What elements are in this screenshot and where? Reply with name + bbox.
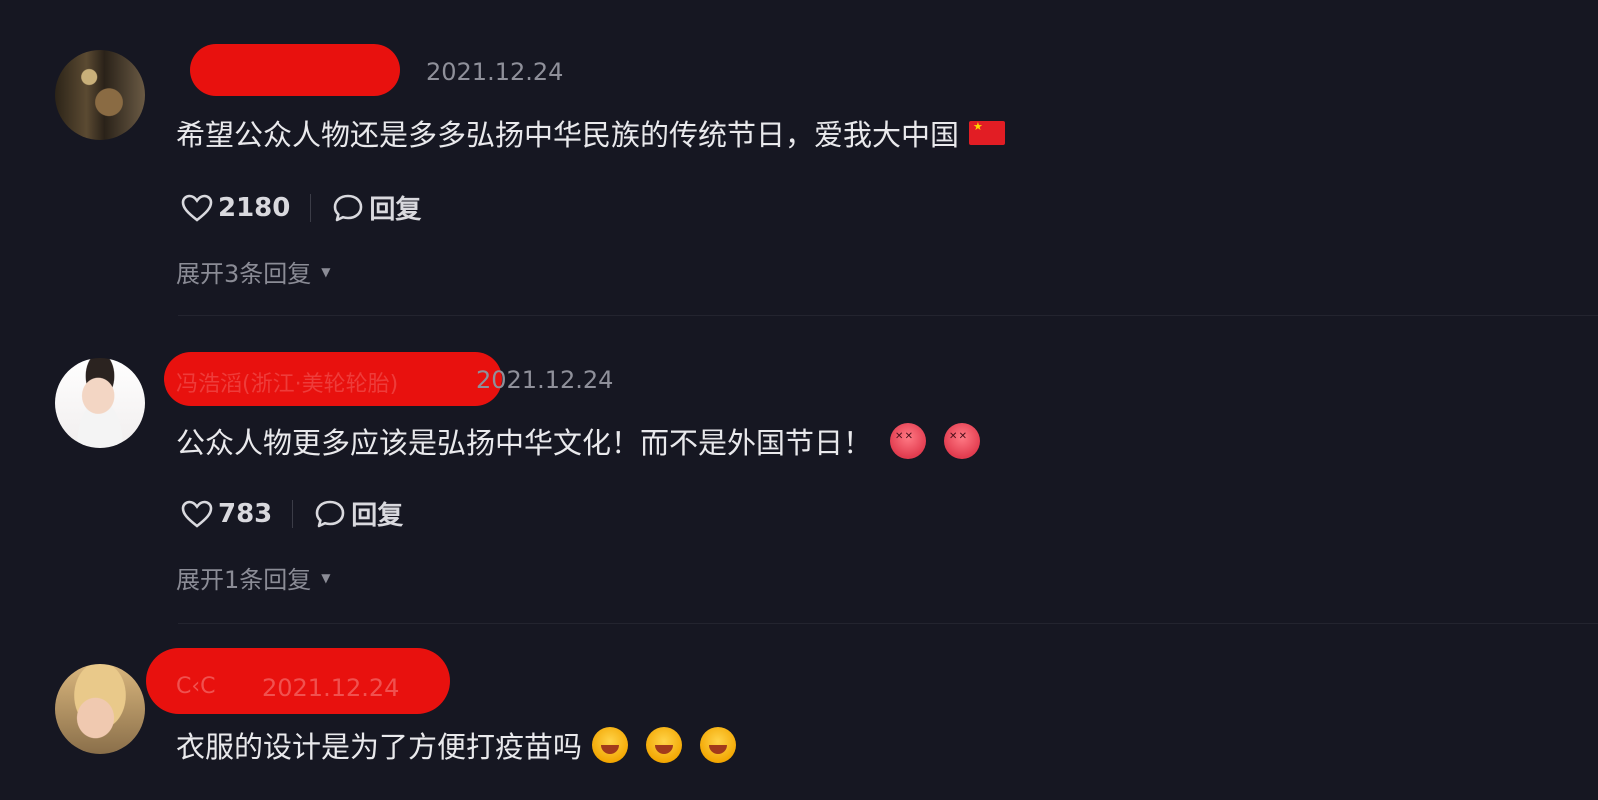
comment-bubble-icon	[334, 194, 363, 221]
comment-divider	[178, 315, 1598, 316]
angry-face-emoji	[890, 423, 927, 459]
caret-down-icon: ▼	[321, 570, 331, 585]
comment-text: 公众人物更多应该是弘扬中华文化！而不是外国节日！	[176, 420, 981, 462]
comment-date: 2021.12.24	[426, 58, 564, 86]
comment-text: 希望公众人物还是多多弘扬中华民族的传统节日，爱我大中国	[176, 112, 1006, 154]
comment-body: 衣服的设计是为了方便打疫苗吗	[176, 730, 583, 764]
avatar[interactable]	[55, 358, 145, 448]
username-redaction	[190, 44, 400, 96]
comment-actions: 2180 回复	[180, 189, 421, 226]
username[interactable]: 冯浩滔(浙江·美轮轮胎)	[176, 366, 398, 398]
heart-outline-icon	[181, 500, 213, 528]
comment-bubble-icon	[315, 500, 345, 527]
comment-item: 2021.12.24 希望公众人物还是多多弘扬中华民族的传统节日，爱我大中国 2…	[0, 0, 1598, 316]
action-divider	[292, 499, 294, 528]
angry-face-emoji	[944, 423, 981, 459]
expand-replies[interactable]: 展开3条回复 ▼	[176, 254, 331, 289]
expand-replies[interactable]: 展开1条回复 ▼	[176, 560, 331, 595]
avatar[interactable]	[55, 664, 145, 754]
action-divider	[310, 193, 312, 222]
expand-replies-label: 展开1条回复	[176, 566, 312, 594]
reply-button[interactable]: 回复	[331, 189, 421, 226]
comment-date: 2021.12.24	[476, 366, 614, 394]
like-count: 2180	[218, 192, 291, 223]
username[interactable]: C‹C	[176, 674, 216, 699]
comment-item: C‹C 2021.12.24 衣服的设计是为了方便打疫苗吗	[0, 626, 1598, 800]
reply-label: 回复	[351, 501, 404, 531]
like-count: 783	[218, 498, 273, 529]
caret-down-icon: ▼	[321, 264, 331, 279]
reply-label: 回复	[369, 195, 422, 225]
comment-text: 衣服的设计是为了方便打疫苗吗	[176, 724, 737, 766]
china-flag-emoji	[969, 121, 1006, 145]
comment-body: 公众人物更多应该是弘扬中华文化！而不是外国节日！	[176, 426, 873, 460]
like-button[interactable]: 2180	[180, 193, 290, 223]
laughing-face-emoji	[700, 727, 737, 763]
like-button[interactable]: 783	[180, 499, 272, 529]
laughing-face-emoji	[592, 727, 629, 763]
laughing-face-emoji	[646, 727, 683, 763]
heart-outline-icon	[181, 194, 213, 222]
expand-replies-label: 展开3条回复	[176, 260, 312, 288]
comment-actions: 783 回复	[180, 495, 403, 532]
comment-divider	[178, 623, 1598, 624]
avatar[interactable]	[55, 50, 145, 140]
comment-date: 2021.12.24	[262, 674, 400, 702]
comment-body: 希望公众人物还是多多弘扬中华民族的传统节日，爱我大中国	[176, 118, 960, 152]
comment-item: 冯浩滔(浙江·美轮轮胎) 2021.12.24 公众人物更多应该是弘扬中华文化！…	[0, 318, 1598, 624]
reply-button[interactable]: 回复	[313, 495, 403, 532]
